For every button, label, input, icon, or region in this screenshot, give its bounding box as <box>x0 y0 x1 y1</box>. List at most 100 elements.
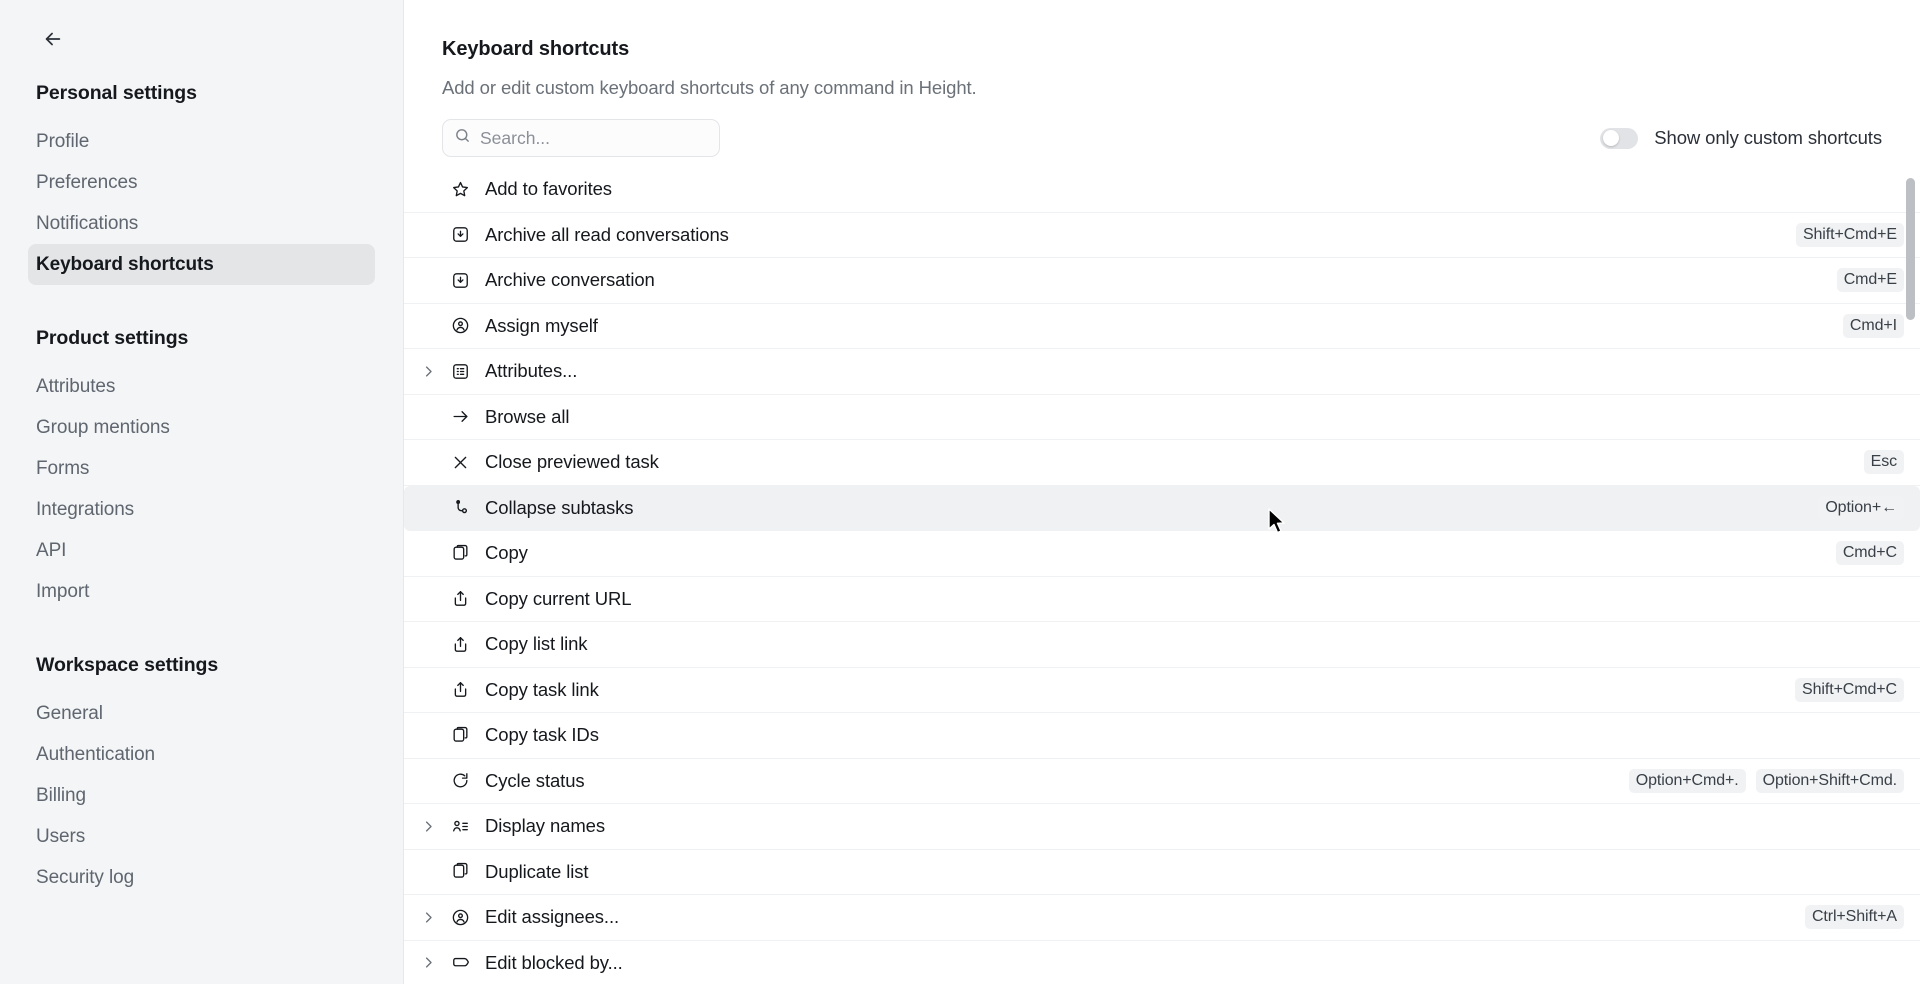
key-chip[interactable]: Ctrl+Shift+A <box>1804 905 1904 930</box>
sidebar-item-billing[interactable]: Billing <box>28 775 375 816</box>
key-chip[interactable]: Option+Shift+Cmd. <box>1755 768 1904 793</box>
search-box[interactable] <box>442 119 720 157</box>
close-icon <box>447 453 473 472</box>
shortcut-row[interactable]: Collapse subtasks Option+← <box>404 485 1920 531</box>
shortcut-keys: Shift+Cmd+C <box>1795 677 1904 702</box>
shortcut-row[interactable]: Copy task link Shift+Cmd+C <box>404 668 1920 713</box>
star-icon <box>447 180 473 199</box>
key-chip[interactable]: Option+← <box>1818 495 1904 520</box>
key-chip[interactable]: Option+Cmd+. <box>1628 768 1746 793</box>
sidebar-item-label: Keyboard shortcuts <box>36 253 214 275</box>
shortcut-label: Close previewed task <box>485 451 659 473</box>
back-row <box>28 0 375 82</box>
sidebar-item-users[interactable]: Users <box>28 816 375 857</box>
custom-shortcuts-toggle-group: Show only custom shortcuts <box>1600 127 1882 149</box>
sidebar-item-label: General <box>36 702 103 724</box>
shortcut-row[interactable]: Cycle status Option+Cmd+. Option+Shift+Cmd… <box>404 759 1920 804</box>
sidebar-item-label: Security log <box>36 866 135 888</box>
sidebar-group: Personal settings Profile Preferences Notif… <box>28 82 375 285</box>
search-input[interactable] <box>480 127 708 149</box>
chevron-right-icon[interactable] <box>415 910 441 925</box>
settings-page: Personal settings Profile Preferences Notif… <box>0 0 1920 984</box>
sidebar-group-title: Workspace settings <box>36 654 219 676</box>
shortcut-row[interactable]: Add to favorites <box>404 167 1920 213</box>
shortcut-label: Edit blocked by... <box>485 951 623 973</box>
attributes-icon <box>447 362 473 381</box>
shortcut-row[interactable]: Edit blocked by... <box>404 941 1920 984</box>
sidebar-item-import[interactable]: Import <box>28 571 375 612</box>
shortcut-label: Copy <box>485 542 528 564</box>
shortcut-label: Attributes... <box>485 360 578 382</box>
shortcut-row[interactable]: Duplicate list <box>404 850 1920 895</box>
shortcut-row[interactable]: Close previewed task Esc <box>404 440 1920 486</box>
shortcut-row[interactable]: Edit assignees... Ctrl+Shift+A <box>404 895 1920 941</box>
archive-icon <box>447 271 473 290</box>
back-button[interactable] <box>36 24 70 58</box>
display-names-icon <box>447 817 473 836</box>
shortcut-label: Edit assignees... <box>485 906 620 928</box>
key-chip[interactable]: Shift+Cmd+C <box>1795 677 1904 702</box>
toggle-label: Show only custom shortcuts <box>1654 127 1882 148</box>
sidebar-item-preferences[interactable]: Preferences <box>28 162 375 203</box>
sidebar-group: Workspace settings General Authentication B… <box>28 654 375 898</box>
toggle-knob <box>1602 130 1619 146</box>
chevron-right-icon[interactable] <box>415 364 441 379</box>
shortcut-keys: Shift+Cmd+E <box>1795 222 1904 247</box>
shortcut-row[interactable]: Copy list link <box>404 622 1920 668</box>
shortcut-label: Assign myself <box>485 314 598 336</box>
sidebar-item-security-log[interactable]: Security log <box>28 857 375 898</box>
sidebar-item-api[interactable]: API <box>28 530 375 571</box>
sidebar-item-keyboard-shortcuts[interactable]: Keyboard shortcuts <box>28 244 375 285</box>
shortcut-label: Collapse subtasks <box>485 496 634 518</box>
controls-row: Show only custom shortcuts <box>404 99 1920 159</box>
sidebar-item-label: Import <box>36 580 90 602</box>
shortcut-keys: Ctrl+Shift+A <box>1804 905 1904 930</box>
search-icon <box>454 127 471 149</box>
sidebar-item-general[interactable]: General <box>28 693 375 734</box>
sidebar-nav: Personal settings Profile Preferences Notif… <box>28 82 375 898</box>
key-chip[interactable]: Shift+Cmd+E <box>1795 222 1904 247</box>
shortcut-row[interactable]: Browse all <box>404 395 1920 440</box>
sidebar-item-label: Authentication <box>36 743 156 765</box>
shortcut-row[interactable]: Display names <box>404 804 1920 850</box>
chevron-right-icon[interactable] <box>415 819 441 834</box>
chevron-right-icon[interactable] <box>415 955 441 970</box>
sidebar-item-notifications[interactable]: Notifications <box>28 203 375 244</box>
arrow-right-icon <box>447 407 473 426</box>
sidebar-item-forms[interactable]: Forms <box>28 448 375 489</box>
shortcut-label: Duplicate list <box>485 860 589 882</box>
sidebar-item-attributes[interactable]: Attributes <box>28 366 375 407</box>
shortcut-list: Add to favorites Archive all read convers… <box>404 167 1920 984</box>
shortcut-row[interactable]: Attributes... <box>404 349 1920 395</box>
shortcut-row[interactable]: Archive conversation Cmd+E <box>404 258 1920 304</box>
sidebar-item-integrations[interactable]: Integrations <box>28 489 375 530</box>
key-chip[interactable]: Cmd+C <box>1835 541 1904 566</box>
sidebar-item-authentication[interactable]: Authentication <box>28 734 375 775</box>
shortcut-row[interactable]: Copy Cmd+C <box>404 531 1920 577</box>
shortcut-keys: Esc <box>1863 450 1904 475</box>
shortcut-label: Archive conversation <box>485 269 655 291</box>
shortcut-row[interactable]: Copy current URL <box>404 577 1920 622</box>
cycle-icon <box>447 771 473 790</box>
shortcut-label: Copy task IDs <box>485 724 599 746</box>
shortcut-keys: Option+← <box>1818 495 1904 520</box>
shortcut-row[interactable]: Archive all read conversations Shift+Cmd+… <box>404 213 1920 258</box>
shortcut-label: Copy list link <box>485 633 588 655</box>
shortcut-row[interactable]: Assign myself Cmd+I <box>404 304 1920 349</box>
sidebar-item-group-mentions[interactable]: Group mentions <box>28 407 375 448</box>
copy-icon <box>447 862 473 881</box>
key-chip[interactable]: Cmd+E <box>1836 268 1904 293</box>
sidebar-group: Product settings Attributes Group mentions… <box>28 327 375 612</box>
sidebar-item-profile[interactable]: Profile <box>28 121 375 162</box>
sidebar-item-label: Preferences <box>36 171 138 193</box>
sidebar-item-label: API <box>36 539 67 561</box>
shortcut-row[interactable]: Copy task IDs <box>404 713 1920 759</box>
show-only-custom-shortcuts-toggle[interactable] <box>1600 127 1639 149</box>
key-chip[interactable]: Cmd+I <box>1842 313 1904 338</box>
share-icon <box>447 635 473 654</box>
sidebar-group-title: Personal settings <box>36 82 197 104</box>
sidebar-item-label: Integrations <box>36 498 135 520</box>
key-chip[interactable]: Esc <box>1863 450 1904 475</box>
vertical-scrollbar[interactable] <box>1906 178 1915 320</box>
shortcut-label: Copy current URL <box>485 587 632 609</box>
